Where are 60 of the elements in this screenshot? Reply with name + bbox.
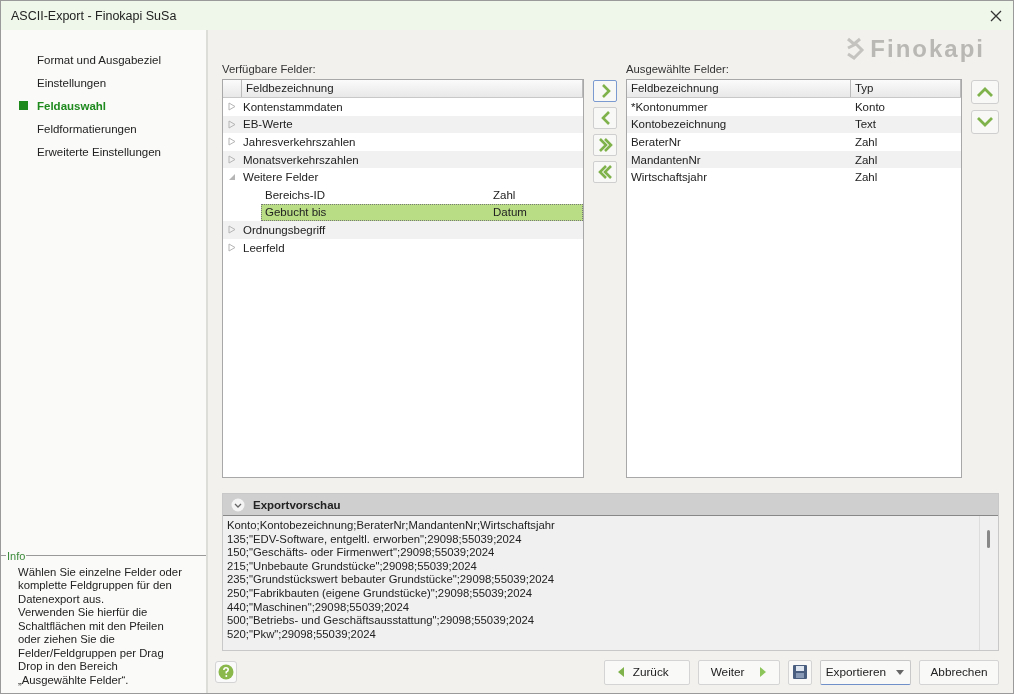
step-item[interactable]: Einstellungen bbox=[37, 76, 107, 89]
help-button[interactable] bbox=[215, 661, 237, 683]
table-cell-text: Zahl bbox=[853, 171, 879, 184]
arrow-right-icon[interactable] bbox=[593, 80, 617, 102]
step-item[interactable]: Erweiterte Einstellungen bbox=[37, 145, 161, 158]
table-cell-text: Wirtschaftsjahr bbox=[629, 171, 708, 184]
table-cell-text: Konto bbox=[853, 100, 886, 113]
preview-line: 440;"Maschinen";29098;55039;2024 bbox=[227, 600, 410, 615]
save-icon[interactable] bbox=[787, 659, 812, 685]
step-item[interactable]: Format und Ausgabeziel bbox=[37, 53, 162, 66]
tree-item[interactable]: Bereichs-ID Zahl bbox=[261, 185, 584, 204]
list-label: Ausgewählte Felder: bbox=[625, 63, 730, 77]
step-item[interactable]: Feldauswahl bbox=[37, 99, 107, 112]
table-cell-text: MandantenNr bbox=[629, 153, 702, 166]
list-label: Verfügbare Felder: bbox=[222, 63, 317, 77]
column-header[interactable]: Typ bbox=[850, 80, 962, 97]
table-cell-text: Zahl bbox=[853, 153, 879, 166]
table-cell-text: Zahl bbox=[853, 136, 879, 148]
table-cell-text: *Kontonummer bbox=[629, 100, 709, 113]
preview-line: Konto;Kontobezeichnung;BeraterNr;MandantenNr;Wirtschaftsjahr bbox=[227, 519, 556, 533]
info-text: Wählen Sie einzelne Felder oder komplette Feldgruppen für den Datenexport aus. Verwenden Sie hierfür die Schaltflächen mit den Pfeilen oder ziehen Sie die Felder/Feldgruppen per Drag Drop in den Bereich „Ausgewählte Felder“. bbox=[17, 564, 183, 687]
next-button[interactable]: Weiter bbox=[697, 659, 780, 685]
active-step-marker bbox=[19, 101, 28, 110]
preview-line: 520;"Pkw";29098;55039;2024 bbox=[227, 627, 377, 642]
column-header[interactable]: Feldbezeichnung bbox=[626, 80, 851, 97]
logo-text: Finokapi bbox=[870, 35, 985, 63]
preview-line: 215;"Unbebaute Grundstücke";29098;55039;2024 bbox=[227, 559, 478, 574]
panel-title: Exportvorschau bbox=[253, 498, 341, 511]
close-icon[interactable] bbox=[989, 8, 1003, 23]
scrollbar-thumb[interactable] bbox=[987, 530, 990, 548]
expanded-icon[interactable] bbox=[228, 173, 236, 182]
double-arrow-right-icon[interactable] bbox=[593, 134, 617, 156]
move-up-icon[interactable] bbox=[971, 80, 999, 104]
preview-line: 135;"EDV-Software, entgeltl. erworben";29098;55039;2024 bbox=[227, 532, 523, 547]
preview-line: 250;"Fabrikbauten (eigene Grundstücke)";29098;55039;2024 bbox=[227, 586, 534, 601]
dropdown-caret-icon[interactable] bbox=[896, 669, 904, 675]
step-item[interactable]: Feldformatierungen bbox=[37, 122, 137, 135]
preview-line: 500;"Betriebs- und Geschäftsausstattung";29098;55039;2024 bbox=[227, 614, 535, 628]
cancel-button[interactable]: Abbrechen bbox=[919, 659, 999, 685]
table-cell-text: BeraterNr bbox=[629, 136, 682, 148]
back-button[interactable]: Zurück bbox=[603, 659, 690, 685]
tree-group[interactable]: Jahresverkehrszahlen bbox=[241, 133, 584, 151]
back-arrow-icon bbox=[616, 666, 625, 678]
preview-line: 150;"Geschäfts- oder Firmenwert";29098;55039;2024 bbox=[227, 546, 496, 560]
next-arrow-icon bbox=[758, 666, 767, 678]
tree-item[interactable]: Gebucht bis Datum bbox=[261, 203, 584, 222]
double-arrow-left-icon[interactable] bbox=[593, 161, 617, 183]
collapse-icon[interactable] bbox=[231, 497, 245, 512]
export-button[interactable]: Exportieren bbox=[819, 659, 911, 685]
logo-icon bbox=[844, 36, 867, 62]
info-heading: Info bbox=[7, 549, 26, 562]
tree-group[interactable]: Weitere Felder bbox=[241, 168, 584, 186]
window-title: ASCII-Export - Finokapi SuSa bbox=[11, 8, 177, 23]
table-cell-text: Text bbox=[853, 118, 878, 131]
tree-group[interactable]: Leerfeld bbox=[241, 238, 584, 257]
tree-group[interactable]: Kontenstammdaten bbox=[241, 98, 584, 116]
move-down-icon[interactable] bbox=[971, 110, 999, 134]
arrow-left-icon[interactable] bbox=[593, 107, 617, 129]
preview-line: 235;"Grundstückswert bebauter Grundstücke";29098;55039;2024 bbox=[227, 573, 556, 587]
table-cell-text: Kontobezeichnung bbox=[629, 118, 728, 131]
